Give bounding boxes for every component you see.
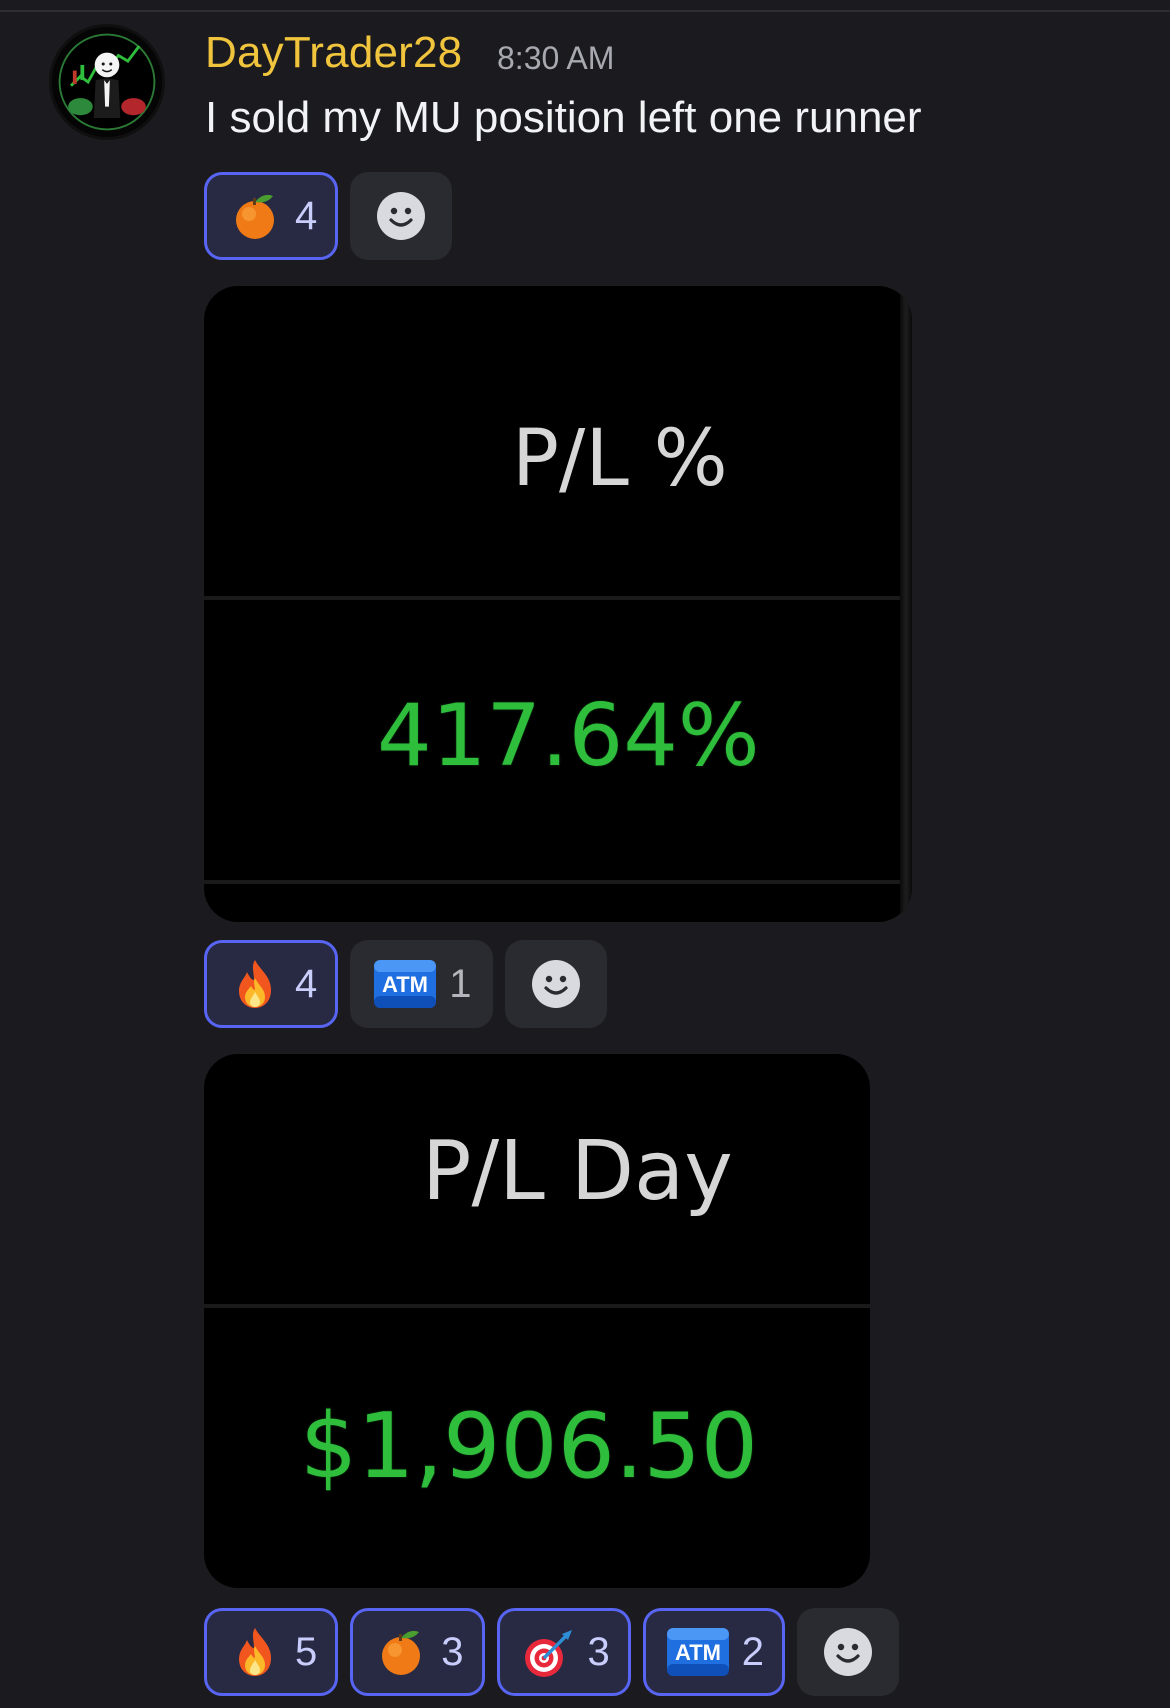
reaction-fire[interactable]: 5: [204, 1608, 339, 1696]
reaction-row-2: 4 ATM 1: [204, 940, 607, 1028]
pl-percent-card[interactable]: P/L % 417.64%: [204, 286, 912, 922]
reaction-count: 4: [295, 193, 318, 238]
reaction-fire[interactable]: 4: [204, 940, 339, 1028]
reaction-row-1: 4: [204, 172, 453, 260]
fire-emoji-icon: [227, 1624, 283, 1680]
reaction-count: 2: [741, 1629, 764, 1674]
card-value: 417.64%: [377, 686, 760, 786]
smiley-plus-icon: [531, 960, 580, 1008]
reaction-count: 3: [587, 1629, 610, 1674]
direct-hit-emoji-icon: [520, 1624, 576, 1680]
svg-text:ATM: ATM: [382, 972, 428, 997]
card-divider: [204, 596, 908, 600]
reaction-count: 3: [441, 1629, 464, 1674]
reaction-row-3: 5 3 3 ATM 2: [204, 1608, 899, 1696]
user-avatar[interactable]: [49, 24, 165, 140]
card-label: P/L %: [512, 414, 728, 504]
smiley-plus-icon: [377, 192, 426, 240]
tangerine-emoji-icon: [373, 1624, 429, 1680]
add-reaction-button[interactable]: [350, 172, 453, 260]
message-timestamp: 8:30 AM: [497, 40, 615, 76]
tangerine-emoji-icon: [227, 188, 283, 244]
card-label: P/L Day: [422, 1124, 733, 1219]
reaction-count: 1: [449, 961, 472, 1006]
reaction-tangerine[interactable]: 4: [204, 172, 339, 260]
reaction-atm[interactable]: ATM 1: [350, 940, 493, 1028]
add-reaction-button[interactable]: [797, 1608, 899, 1696]
card-divider: [204, 880, 908, 884]
avatar-image-icon: [58, 33, 156, 131]
reaction-atm[interactable]: ATM 2: [642, 1608, 785, 1696]
username[interactable]: DayTrader28: [205, 28, 462, 78]
card-edge: [900, 286, 912, 922]
reaction-direct-hit[interactable]: 3: [496, 1608, 631, 1696]
message-text: I sold my MU position left one runner: [205, 93, 922, 142]
atm-emoji-icon: ATM: [373, 956, 437, 1012]
atm-emoji-icon: ATM: [666, 1624, 730, 1680]
reaction-count: 4: [295, 961, 318, 1006]
fire-emoji-icon: [227, 956, 283, 1012]
svg-text:ATM: ATM: [675, 1640, 721, 1665]
card-value: $1,906.50: [300, 1394, 759, 1499]
card-divider: [204, 1304, 870, 1308]
pl-day-card[interactable]: P/L Day $1,906.50: [204, 1054, 870, 1588]
smiley-plus-icon: [824, 1628, 872, 1676]
top-divider: [0, 10, 1170, 12]
reaction-count: 5: [295, 1629, 318, 1674]
add-reaction-button[interactable]: [504, 940, 607, 1028]
reaction-tangerine[interactable]: 3: [350, 1608, 485, 1696]
